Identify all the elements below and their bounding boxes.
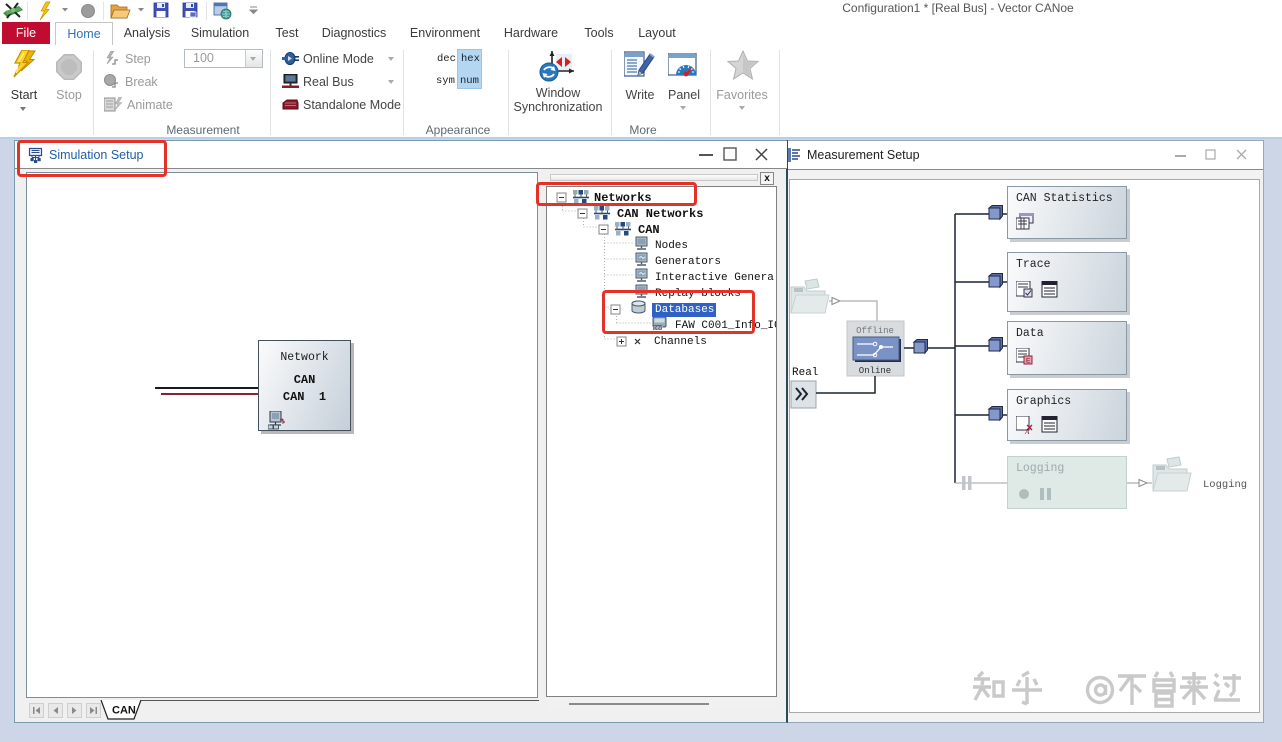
- svg-text:CAN: CAN: [112, 705, 136, 717]
- svg-text:E: E: [1026, 358, 1031, 365]
- svg-text:A: A: [1024, 428, 1030, 435]
- svg-text:Real: Real: [792, 367, 818, 379]
- svg-text:Offline: Offline: [856, 326, 894, 336]
- svg-text:Online: Online: [859, 366, 891, 376]
- svg-text:Logging: Logging: [1203, 479, 1247, 491]
